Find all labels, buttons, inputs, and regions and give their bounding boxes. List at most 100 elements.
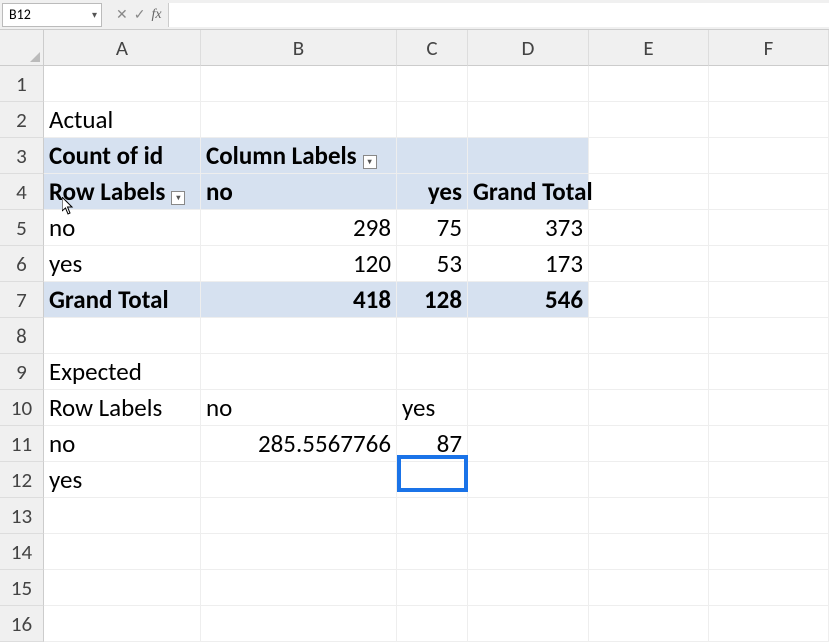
cell-C10[interactable]: yes [397,390,468,426]
cell-D7[interactable]: 546 [468,282,589,318]
cell-F11[interactable] [709,426,829,462]
col-header-A[interactable]: A [44,30,201,66]
cell-B3[interactable]: Column Labels ▾ [201,138,397,174]
fx-icon[interactable]: fx [151,7,161,23]
cell-B5[interactable]: 298 [201,210,397,246]
row-header-9[interactable]: 9 [0,354,44,390]
cell-E10[interactable] [589,390,709,426]
confirm-icon[interactable]: ✓ [134,6,146,23]
cell-A9[interactable]: Expected [44,354,201,390]
cell-B16[interactable] [201,606,397,642]
cell-D9[interactable] [468,354,589,390]
cell-F8[interactable] [709,318,829,354]
cell-F7[interactable] [709,282,829,318]
cell-D13[interactable] [468,498,589,534]
formula-input[interactable] [168,3,829,27]
cancel-icon[interactable]: ✕ [116,6,128,23]
row-header-12[interactable]: 12 [0,462,44,498]
row-header-10[interactable]: 10 [0,390,44,426]
cell-E14[interactable] [589,534,709,570]
cell-D4[interactable]: Grand Total [468,174,589,210]
cell-C4[interactable]: yes [397,174,468,210]
cell-A2[interactable]: Actual [44,102,201,138]
cell-E16[interactable] [589,606,709,642]
cell-C9[interactable] [397,354,468,390]
cell-E9[interactable] [589,354,709,390]
cell-B2[interactable] [201,102,397,138]
cell-D10[interactable] [468,390,589,426]
row-header-14[interactable]: 14 [0,534,44,570]
cell-E2[interactable] [589,102,709,138]
cell-F4[interactable] [709,174,829,210]
cell-B10[interactable]: no [201,390,397,426]
cell-D2[interactable] [468,102,589,138]
row-header-11[interactable]: 11 [0,426,44,462]
cell-A11[interactable]: no [44,426,201,462]
row-header-1[interactable]: 1 [0,66,44,102]
cell-C12[interactable] [397,462,468,498]
cell-A14[interactable] [44,534,201,570]
cell-C1[interactable] [397,66,468,102]
cell-C16[interactable] [397,606,468,642]
cell-D16[interactable] [468,606,589,642]
cell-E12[interactable] [589,462,709,498]
row-header-3[interactable]: 3 [0,138,44,174]
cell-B11[interactable]: 285.5567766 [201,426,397,462]
cell-D8[interactable] [468,318,589,354]
cell-E1[interactable] [589,66,709,102]
cell-A13[interactable] [44,498,201,534]
select-all-corner[interactable] [0,30,44,66]
cell-B6[interactable]: 120 [201,246,397,282]
row-header-16[interactable]: 16 [0,606,44,642]
cell-D1[interactable] [468,66,589,102]
cell-A7[interactable]: Grand Total [44,282,201,318]
cell-E3[interactable] [589,138,709,174]
cell-F2[interactable] [709,102,829,138]
cell-C7[interactable]: 128 [397,282,468,318]
cell-F1[interactable] [709,66,829,102]
cell-F10[interactable] [709,390,829,426]
row-header-13[interactable]: 13 [0,498,44,534]
cell-C5[interactable]: 75 [397,210,468,246]
cell-D6[interactable]: 173 [468,246,589,282]
cell-E6[interactable] [589,246,709,282]
col-header-E[interactable]: E [589,30,709,66]
row-header-15[interactable]: 15 [0,570,44,606]
cell-F15[interactable] [709,570,829,606]
cell-B8[interactable] [201,318,397,354]
col-header-F[interactable]: F [709,30,829,66]
cell-F14[interactable] [709,534,829,570]
cell-F6[interactable] [709,246,829,282]
row-header-8[interactable]: 8 [0,318,44,354]
cell-C13[interactable] [397,498,468,534]
name-box[interactable]: B12 ▾ [2,3,102,27]
col-header-C[interactable]: C [397,30,468,66]
cell-A15[interactable] [44,570,201,606]
cell-A4[interactable]: Row Labels ▾ [44,174,201,210]
cell-A10[interactable]: Row Labels [44,390,201,426]
cell-B13[interactable] [201,498,397,534]
cell-A3[interactable]: Count of id [44,138,201,174]
col-header-D[interactable]: D [468,30,589,66]
cell-A1[interactable] [44,66,201,102]
cell-C15[interactable] [397,570,468,606]
cell-D14[interactable] [468,534,589,570]
row-header-5[interactable]: 5 [0,210,44,246]
cell-D3[interactable] [468,138,589,174]
cell-C14[interactable] [397,534,468,570]
cell-D5[interactable]: 373 [468,210,589,246]
cell-C3[interactable] [397,138,468,174]
cell-F13[interactable] [709,498,829,534]
cell-E13[interactable] [589,498,709,534]
cell-E4[interactable] [589,174,709,210]
cell-F16[interactable] [709,606,829,642]
cell-B9[interactable] [201,354,397,390]
cell-F3[interactable] [709,138,829,174]
cell-C8[interactable] [397,318,468,354]
cell-A12[interactable]: yes [44,462,201,498]
cell-E7[interactable] [589,282,709,318]
cell-F9[interactable] [709,354,829,390]
cell-A8[interactable] [44,318,201,354]
cell-C11[interactable]: 87 [397,426,468,462]
filter-dropdown-icon[interactable]: ▾ [171,191,185,205]
